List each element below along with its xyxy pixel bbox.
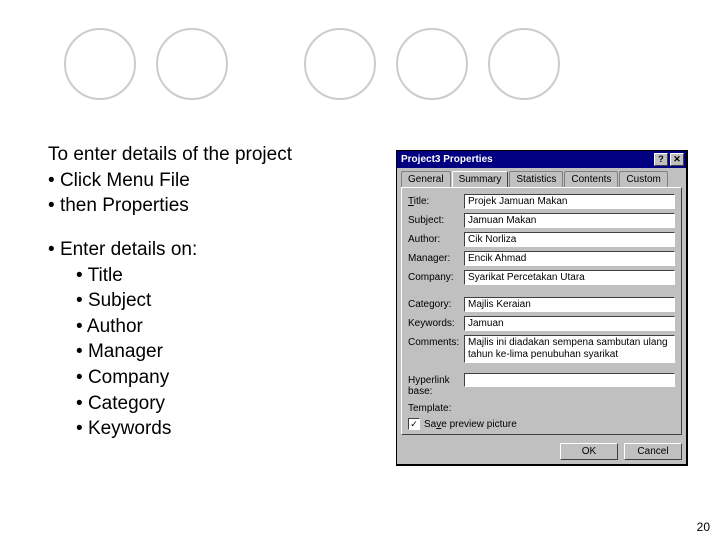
tab-contents[interactable]: Contents — [564, 171, 618, 187]
label-comments: Comments: — [408, 335, 464, 348]
save-preview-checkbox[interactable]: ✓ — [408, 418, 420, 430]
input-title[interactable]: Projek Jamuan Makan — [464, 194, 675, 209]
input-subject[interactable]: Jamuan Makan — [464, 213, 675, 228]
decor-circle — [488, 28, 560, 100]
dialog-titlebar: Project3 Properties ? ✕ — [397, 151, 686, 168]
tab-summary[interactable]: Summary — [452, 171, 509, 187]
input-category[interactable]: Majlis Keraian — [464, 297, 675, 312]
field-item: Title — [48, 263, 378, 289]
properties-dialog: Project3 Properties ? ✕ General Summary … — [396, 150, 688, 466]
field-item: Keywords — [48, 416, 378, 442]
label-manager: Manager: — [408, 251, 464, 264]
label-company: Company: — [408, 270, 464, 283]
decor-circle — [396, 28, 468, 100]
step-properties: then Properties — [48, 193, 378, 219]
field-item: Subject — [48, 288, 378, 314]
label-hyperlink: Hyperlink base: — [408, 373, 464, 397]
tab-statistics[interactable]: Statistics — [509, 171, 563, 187]
input-author[interactable]: Cik Norliza — [464, 232, 675, 247]
help-button[interactable]: ? — [654, 153, 668, 166]
field-item: Author — [48, 314, 378, 340]
input-comments[interactable]: Majlis ini diadakan sempena sambutan ula… — [464, 335, 675, 363]
tab-body: Title: Projek Jamuan Makan Subject: Jamu… — [401, 187, 682, 435]
label-author: Author: — [408, 232, 464, 245]
input-hyperlink[interactable] — [464, 373, 675, 387]
field-item: Category — [48, 391, 378, 417]
cancel-button[interactable]: Cancel — [624, 443, 682, 460]
field-item: Manager — [48, 339, 378, 365]
save-preview-label: Save preview picture — [424, 419, 517, 430]
decor-circle — [156, 28, 228, 100]
close-button[interactable]: ✕ — [670, 153, 684, 166]
instruction-text: To enter details of the project Click Me… — [48, 142, 378, 460]
tab-general[interactable]: General — [401, 171, 451, 187]
page-number: 20 — [697, 520, 710, 534]
ok-button[interactable]: OK — [560, 443, 618, 460]
decor-circle — [64, 28, 136, 100]
label-subject: Subject: — [408, 213, 464, 226]
decor-circle — [304, 28, 376, 100]
input-company[interactable]: Syarikat Percetakan Utara — [464, 270, 675, 285]
dialog-button-row: OK Cancel — [397, 439, 686, 464]
template-value — [464, 401, 675, 403]
step-click-file: Click Menu File — [48, 168, 378, 194]
intro-line: To enter details of the project — [48, 142, 378, 168]
enter-details-heading: Enter details on: — [48, 237, 378, 263]
field-item: Company — [48, 365, 378, 391]
input-keywords[interactable]: Jamuan — [464, 316, 675, 331]
tab-custom[interactable]: Custom — [619, 171, 667, 187]
input-manager[interactable]: Encik Ahmad — [464, 251, 675, 266]
label-category: Category: — [408, 297, 464, 310]
label-keywords: Keywords: — [408, 316, 464, 329]
tab-row: General Summary Statistics Contents Cust… — [397, 168, 686, 187]
dialog-title: Project3 Properties — [401, 154, 654, 165]
circle-row — [64, 28, 560, 100]
label-title: Title: — [408, 194, 464, 207]
label-template: Template: — [408, 401, 464, 414]
